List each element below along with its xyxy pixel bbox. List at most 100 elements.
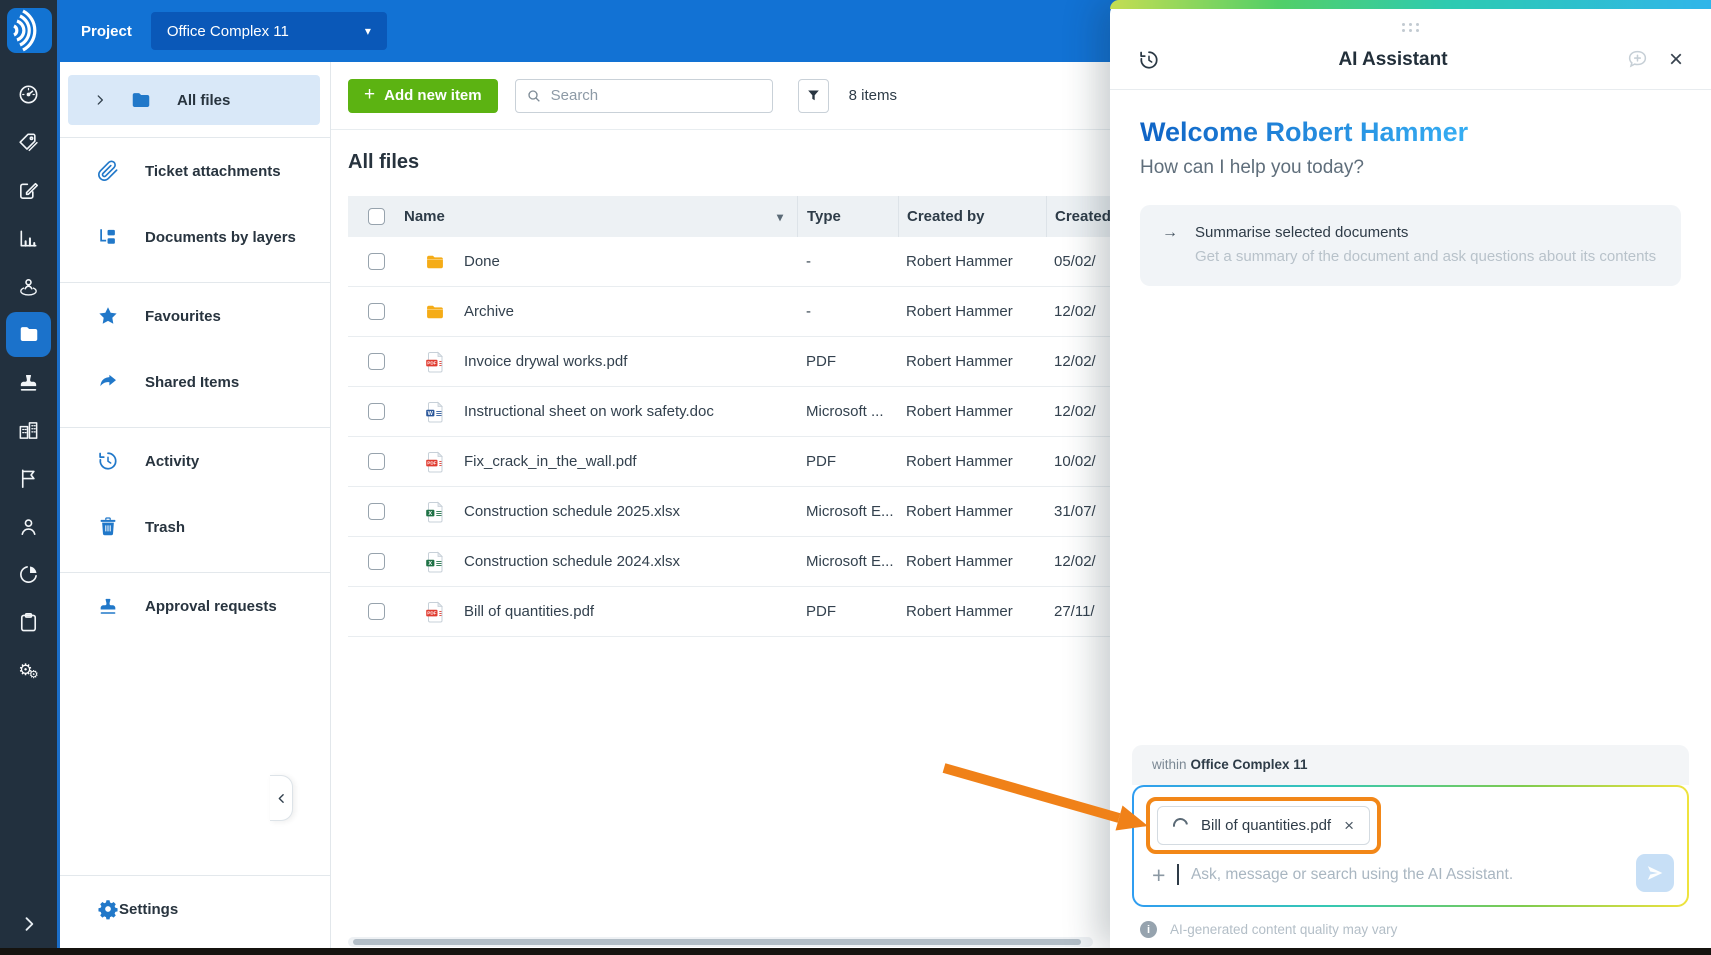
rail-item-gears[interactable]: ⚙ ⚙ [0, 646, 57, 694]
new-chat-icon[interactable] [1626, 48, 1649, 71]
assistant-body: Welcome Robert Hammer How can I help you… [1110, 90, 1711, 286]
sidebar-item-approval-requests[interactable]: Approval requests [60, 573, 330, 639]
table-row-fix-crack-in-the-wall-pdf[interactable]: PDF Fix_crack_in_the_wall.pdf PDF Robert Ha… [348, 437, 1110, 487]
row-checkbox[interactable] [367, 453, 385, 470]
svg-text:X: X [428, 560, 432, 566]
table-body: Done - Robert Hammer 05/02/Archive - Robert H… [348, 237, 1110, 637]
assistant-message-input[interactable] [1190, 865, 1675, 884]
pie-chart-icon [17, 563, 40, 586]
remove-attachment-icon[interactable]: × [1344, 817, 1354, 834]
column-header-type[interactable]: Type [797, 196, 898, 237]
table-row-construction-schedule-2024-xlsx[interactable]: X Construction schedule 2024.xlsx Microsof… [348, 537, 1110, 587]
sidebar-item-activity[interactable]: Activity [60, 428, 330, 494]
send-plane-icon [1645, 863, 1665, 883]
table-row-invoice-drywal-works-pdf[interactable]: PDF Invoice drywal works.pdf PDF Robert Ham… [348, 337, 1110, 387]
files-table: Name ▾ Type Created by Created o Done - Ro… [348, 196, 1110, 637]
table-row-bill-of-quantities-pdf[interactable]: PDF Bill of quantities.pdf PDF Robert Hamme… [348, 587, 1110, 637]
sidebar-item-shared-items[interactable]: Shared Items [60, 349, 330, 415]
row-checkbox[interactable] [367, 403, 385, 420]
table-row-archive[interactable]: Archive - Robert Hammer 12/02/ [348, 287, 1110, 337]
sidebar-item-all-files[interactable]: All files [68, 75, 320, 125]
rail-item-tags[interactable] [0, 118, 57, 166]
rail-item-person[interactable] [0, 502, 57, 550]
row-checkbox[interactable] [367, 353, 385, 370]
attachment-chip[interactable]: Bill of quantities.pdf × [1157, 806, 1371, 845]
row-checkbox[interactable] [367, 603, 385, 620]
file-created-by: Robert Hammer [906, 353, 1013, 370]
rail-item-edit-note[interactable] [0, 166, 57, 214]
table-row-done[interactable]: Done - Robert Hammer 05/02/ [348, 237, 1110, 287]
gauge-icon [17, 83, 40, 106]
tags-icon [17, 131, 40, 154]
scrollbar-thumb[interactable] [353, 939, 1081, 945]
left-rail: ⚙ ⚙ [0, 0, 60, 948]
sidebar-item-settings[interactable]: Settings [60, 876, 330, 942]
close-icon[interactable]: × [1669, 47, 1683, 71]
rail-item-bar-chart[interactable] [0, 214, 57, 262]
rail-item-gauge[interactable] [0, 70, 57, 118]
assistant-header: AI Assistant × [1110, 32, 1711, 90]
file-type: PDF [806, 353, 836, 370]
folder-file-icon [425, 301, 445, 323]
file-name: Instructional sheet on work safety.doc [464, 403, 714, 420]
sidebar-collapse-button[interactable] [270, 775, 293, 821]
column-header-name[interactable]: Name ▾ [404, 196, 797, 237]
items-count: 8 items [848, 87, 897, 104]
file-type: - [806, 253, 811, 270]
rail-item-stamp[interactable] [0, 358, 57, 406]
message-input-box: Bill of quantities.pdf × + [1132, 785, 1689, 907]
row-checkbox[interactable] [367, 503, 385, 520]
plus-icon: + [364, 83, 376, 105]
rail-item-person-pin[interactable] [0, 262, 57, 310]
doc-excel-icon: X [425, 551, 445, 573]
expand-chevron-icon[interactable] [93, 93, 107, 107]
panel-gradient-bar [1110, 0, 1711, 9]
project-label: Project [81, 22, 132, 40]
file-type: Microsoft E... [806, 503, 894, 520]
sidebar-item-label: Settings [119, 900, 179, 918]
search-input[interactable] [550, 87, 762, 104]
row-checkbox[interactable] [367, 553, 385, 570]
rail-item-buildings[interactable] [0, 406, 57, 454]
svg-text:X: X [428, 510, 432, 516]
file-name: Construction schedule 2024.xlsx [464, 553, 680, 570]
rail-item-pie-chart[interactable] [0, 550, 57, 598]
search-box [514, 78, 773, 113]
filter-button[interactable] [797, 78, 829, 113]
table-row-instructional-sheet-on-work-safety-doc[interactable]: W Instructional sheet on work safety.doc M… [348, 387, 1110, 437]
column-header-created-on[interactable]: Created o [1046, 196, 1110, 237]
star-icon [97, 305, 119, 327]
file-created-by: Robert Hammer [906, 503, 1013, 520]
table-row-construction-schedule-2025-xlsx[interactable]: X Construction schedule 2025.xlsx Microsof… [348, 487, 1110, 537]
sidebar-item-ticket-attachments[interactable]: Ticket attachments [60, 138, 330, 204]
suggestion-card[interactable]: → Summarise selected documents Get a sum… [1140, 205, 1681, 286]
add-new-item-button[interactable]: + Add new item [348, 78, 498, 113]
select-all-checkbox[interactable] [367, 208, 385, 225]
column-header-created-by[interactable]: Created by [898, 196, 1046, 237]
file-created-on: 10/02/ [1054, 453, 1096, 470]
folder-icon [130, 89, 152, 111]
app-logo[interactable] [7, 8, 52, 53]
svg-text:PDF: PDF [427, 610, 436, 615]
ai-assistant-panel: AI Assistant × Welcome Robert Hammer How… [1110, 0, 1711, 948]
sidebar-item-favourites[interactable]: Favourites [60, 283, 330, 349]
sidebar-item-documents-by-layers[interactable]: Documents by layers [60, 204, 330, 270]
sidebar-item-trash[interactable]: Trash [60, 494, 330, 560]
drag-handle-icon[interactable] [1401, 23, 1420, 32]
file-type: - [806, 303, 811, 320]
rail-expand-button[interactable] [0, 914, 57, 934]
row-checkbox[interactable] [367, 303, 385, 320]
rail-item-clipboard[interactable] [0, 598, 57, 646]
person-icon [17, 515, 40, 538]
table-header: Name ▾ Type Created by Created o [348, 196, 1110, 237]
row-checkbox[interactable] [367, 253, 385, 270]
suggestion-title: Summarise selected documents [1195, 224, 1409, 241]
send-button[interactable] [1636, 854, 1674, 892]
file-name: Archive [464, 303, 515, 320]
rail-item-flag[interactable] [0, 454, 57, 502]
attach-plus-icon[interactable]: + [1152, 863, 1165, 886]
history-icon[interactable] [1138, 49, 1160, 71]
rail-item-folder[interactable] [0, 310, 57, 358]
file-created-on: 12/02/ [1054, 553, 1096, 570]
project-selector[interactable]: Office Complex 11 ▾ [150, 12, 387, 50]
